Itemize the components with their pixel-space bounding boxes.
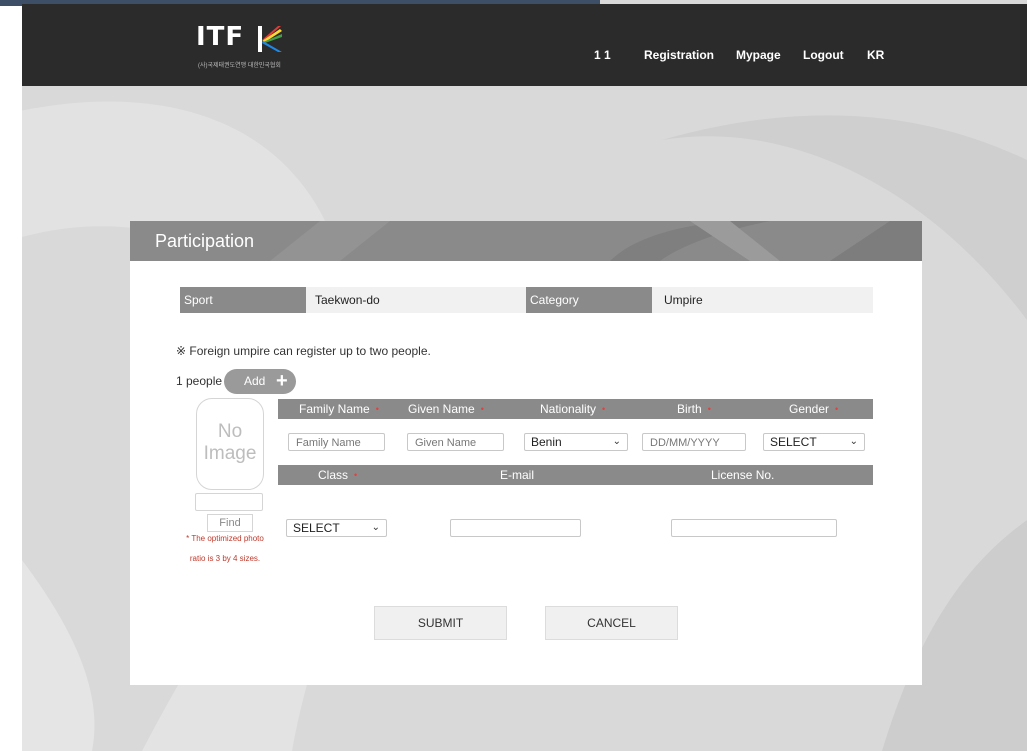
header-given-name: Given Name • [408,402,484,416]
participation-panel-header: Participation [130,221,922,261]
required-mark: • [480,404,484,414]
chevron-down-icon: ⌄ [612,436,621,447]
panel-title: Participation [155,231,255,251]
class-value: SELECT [293,521,340,535]
header-gender: Gender • [789,402,839,416]
required-mark: • [602,404,606,414]
header-family-name: Family Name • [299,402,379,416]
nationality-value: Benin [531,435,562,449]
required-mark: • [707,404,711,414]
no-image-photo-placeholder: No Image [196,398,264,490]
logo-k-mark-icon [258,26,282,52]
photo-ratio-note-line2: ratio is 3 by 4 sizes. [189,554,261,563]
people-count: 1 people [176,374,223,388]
sport-value: Taekwon-do [315,293,380,307]
participation-form-card: Sport Taekwon-do Category Umpire ※ Forei… [130,261,922,685]
header-birth: Birth • [677,402,711,416]
no-image-line1: No [217,421,243,442]
category-label: Category [526,287,652,313]
table-header-personal: Family Name • Given Name • Nationality • Bi… [278,399,873,419]
license-number-input[interactable] [671,519,837,537]
email-input[interactable] [450,519,581,537]
gender-select[interactable]: SELECT ⌄ [763,433,865,451]
no-image-line2: Image [203,443,257,464]
gender-value: SELECT [770,435,817,449]
given-name-input[interactable]: Given Name [407,433,504,451]
required-mark: • [354,470,358,480]
class-select[interactable]: SELECT ⌄ [286,519,387,537]
nav-language-kr[interactable]: KR [867,48,884,62]
itf-logo[interactable]: ITF (사)국제태권도연맹 대한민국협회 [196,22,316,74]
cancel-button[interactable]: CANCEL [545,606,678,640]
find-photo-button[interactable]: Find [207,514,253,532]
table-header-extra: Class • E-mail License No. [278,465,873,485]
header-nationality: Nationality • [540,402,606,416]
photo-ratio-note-line1: * The optimized photo [186,534,264,543]
nav-registration[interactable]: Registration [644,48,714,62]
nav-logout[interactable]: Logout [803,48,844,62]
required-mark: • [375,404,379,414]
sport-label: Sport [180,287,306,313]
nationality-select[interactable]: Benin ⌄ [524,433,628,451]
site-header: ITF (사)국제태권도연맹 대한민국협회 1 1 Registration M… [22,4,1027,86]
header-class: Class • [318,468,358,482]
chevron-down-icon: ⌄ [371,522,380,533]
nav-mypage[interactable]: Mypage [736,48,781,62]
plus-icon: + [276,370,288,392]
add-person-button[interactable]: Add + [224,369,296,394]
add-button-label: Add [244,374,266,388]
header-email: E-mail [500,468,535,482]
submit-button[interactable]: SUBMIT [374,606,507,640]
header-license-no: License No. [711,468,775,482]
birth-date-input[interactable]: DD/MM/YYYY [642,433,746,451]
photo-filename-field [195,493,263,511]
chevron-down-icon: ⌄ [849,436,858,447]
sport-category-info-row: Sport Taekwon-do Category Umpire [180,287,873,313]
family-name-input[interactable]: Family Name [288,433,385,451]
logo-text: ITF [196,22,245,52]
required-mark: • [835,404,839,414]
notice-text: ※ Foreign umpire can register up to two … [176,344,431,358]
logo-subtitle: (사)국제태권도연맹 대한민국협회 [198,63,281,69]
nav-user-name[interactable]: 1 1 [594,48,611,62]
category-value: Umpire [664,293,703,307]
